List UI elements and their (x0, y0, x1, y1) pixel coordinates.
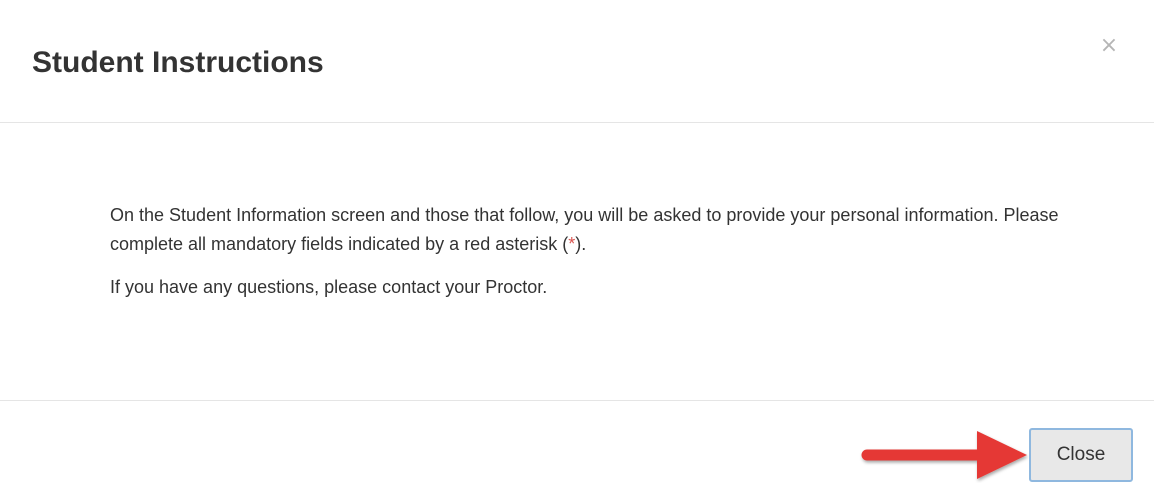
close-icon[interactable]: × (1097, 33, 1121, 59)
student-instructions-modal: Student Instructions × On the Student In… (0, 0, 1154, 504)
paragraph-1-end: ). (575, 234, 587, 254)
instructions-paragraph-2: If you have any questions, please contac… (110, 277, 548, 297)
instructions-paragraph-1: On the Student Information screen and th… (110, 201, 1070, 259)
modal-body: On the Student Information screen and th… (0, 123, 1154, 400)
close-button[interactable]: Close (1029, 428, 1133, 482)
arrow-right-icon (861, 431, 1027, 479)
modal-header: Student Instructions × (0, 0, 1154, 123)
instructions-text: On the Student Information screen and th… (110, 201, 1070, 302)
modal-title: Student Instructions (32, 46, 324, 79)
modal-footer: Close (0, 400, 1154, 504)
